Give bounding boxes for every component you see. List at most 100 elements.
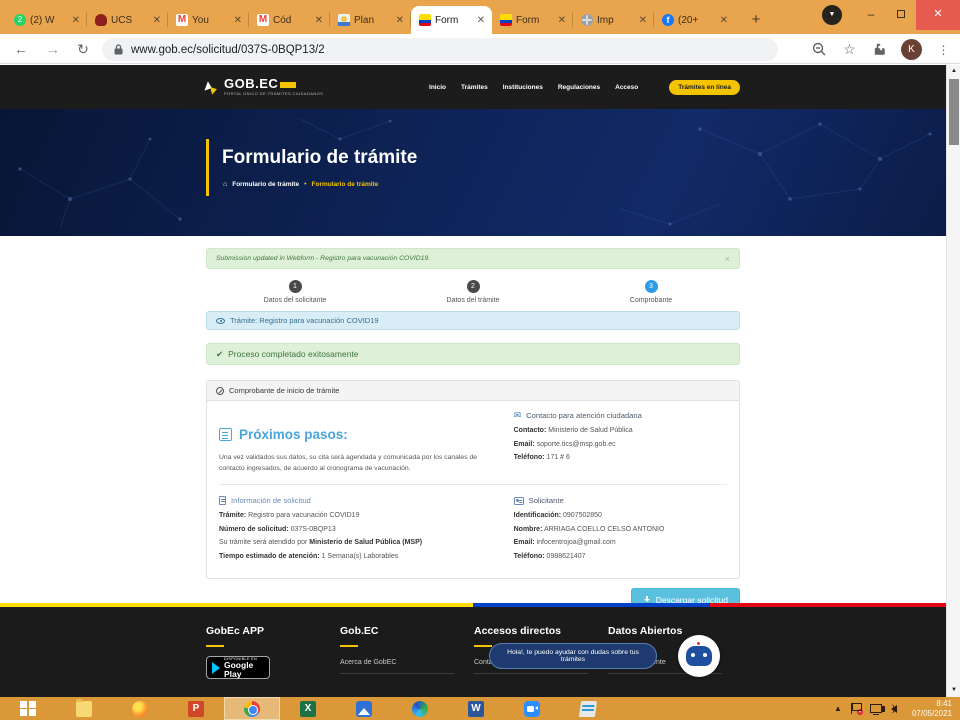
taskbar-zoom[interactable] [504,697,560,720]
tab-facebook[interactable]: (20+ ✕ [654,6,735,34]
close-tab-icon[interactable]: ✕ [718,15,730,26]
scroll-down-icon[interactable]: ▼ [947,684,960,697]
chrome-icon [244,701,260,717]
maximize-button[interactable] [886,0,916,30]
volume-icon[interactable] [891,705,897,713]
edge-icon [412,701,428,717]
solicitante-item: Identificación: 0907502850 [514,512,727,519]
firefox-icon [132,701,148,717]
proximos-pasos-text: Una vez validados sus datos, su cita ser… [219,452,496,474]
close-window-button[interactable]: ✕ [916,0,960,30]
tab-label: Cód [273,15,309,26]
contacto-item: Contacto: Ministerio de Salud Pública [514,427,727,434]
tab-gmail-1[interactable]: You ✕ [168,6,249,34]
lock-icon [114,44,123,55]
tab-label: Plan [354,15,390,26]
bookmark-star-icon[interactable]: ☆ [841,41,858,58]
tramites-en-linea-button[interactable]: Trámites en línea [669,80,740,95]
tab-ucsg[interactable]: UCS ✕ [87,6,168,34]
taskbar-excel[interactable]: X [280,697,336,720]
footer-col-gobec-app: GobEc APP DISPONIBLE EN Google Play [206,625,340,679]
zoom-app-icon [524,701,540,717]
scroll-up-icon[interactable]: ▲ [947,65,960,78]
facebook-icon [662,14,674,26]
tab-label: Form [435,15,471,26]
browser-profile-menu[interactable]: ▼ [822,5,842,25]
page-scrollbar[interactable]: ▲ ▼ [946,65,960,697]
reload-button[interactable]: ↻ [72,38,94,60]
profile-avatar[interactable]: K [901,39,922,60]
step-number: 3 [645,280,658,293]
close-tab-icon[interactable]: ✕ [556,15,568,26]
tab-formulario-2[interactable]: Form ✕ [492,6,573,34]
new-tab-button[interactable]: + [743,8,769,34]
taskbar-edge[interactable] [392,697,448,720]
nav-regulaciones[interactable]: Regulaciones [558,84,600,91]
close-tab-icon[interactable]: ✕ [394,15,406,26]
taskbar-word[interactable]: W [448,697,504,720]
taskbar-photos[interactable] [336,697,392,720]
alert-close-icon[interactable]: × [725,254,730,264]
forward-button[interactable]: → [42,38,64,60]
logo-yellow-chip [280,82,296,88]
nav-acceso[interactable]: Acceso [615,84,638,91]
back-button[interactable]: ← [10,38,32,60]
tab-formulario-active[interactable]: Form ✕ [411,6,492,34]
step-label: Comprobante [562,297,740,304]
tab-strip: (2) W ✕ UCS ✕ You ✕ Cód ✕ Plan ✕ [6,6,769,34]
progress-steps: 1 Datos del solicitante 2 Datos del trám… [206,280,740,304]
taskbar-firefox[interactable] [112,697,168,720]
contacto-item: Teléfono: 171 # 6 [514,454,727,461]
address-bar[interactable]: www.gob.ec/solicitud/037S-0BQP13/2 [102,38,778,61]
scrollbar-thumb[interactable] [949,79,959,145]
security-flag-icon[interactable]: ✕ [851,703,861,714]
footer-link-acerca[interactable]: Acerca de GobEC [340,659,454,674]
tab-label: (2) W [30,15,66,26]
breadcrumb-parent[interactable]: Formulario de trámite [232,181,299,188]
photos-icon [356,701,372,717]
tab-imp[interactable]: Imp ✕ [573,6,654,34]
close-tab-icon[interactable]: ✕ [151,15,163,26]
success-bar: ✔ Proceso completado exitosamente [206,343,740,365]
home-icon: ⌂ [223,181,227,188]
step-datos-tramite: 2 Datos del trámite [384,280,562,304]
close-tab-icon[interactable]: ✕ [232,15,244,26]
chatbot-message-bubble[interactable]: Hola!, te puedo ayudar con dudas sobre t… [489,643,657,669]
screen: (2) W ✕ UCS ✕ You ✕ Cód ✕ Plan ✕ [0,0,960,720]
nav-instituciones[interactable]: Instituciones [503,84,543,91]
proximos-pasos-title: Próximos pasos: [219,427,496,442]
taskbar-clock[interactable]: 8:41 07/05/2021 [906,699,952,719]
tray-expand-icon[interactable]: ▲ [834,697,842,720]
chatbot-avatar[interactable] [678,635,720,677]
close-tab-icon[interactable]: ✕ [70,15,82,26]
taskbar-powerpoint[interactable]: P [168,697,224,720]
taskbar-scanner[interactable] [560,697,616,720]
nav-inicio[interactable]: Inicio [429,84,446,91]
breadcrumb: ⌂ Formulario de trámite • Formulario de … [223,181,378,188]
browser-menu-icon[interactable]: ⋮ [935,41,952,58]
ecuador-flag-icon [419,14,431,26]
taskbar-file-explorer[interactable] [56,697,112,720]
close-tab-icon[interactable]: ✕ [475,15,487,26]
close-tab-icon[interactable]: ✕ [637,15,649,26]
site-footer: GobEc APP DISPONIBLE EN Google Play Gob.… [0,603,946,697]
taskbar-chrome-active[interactable] [224,697,280,720]
tab-planner[interactable]: Plan ✕ [330,6,411,34]
footer-col-gobec: Gob.EC Acerca de GobEC [340,625,474,679]
gobec-logo[interactable]: GOB.EC PORTAL ÚNICO DE TRÁMITES CIUDADAN… [206,78,323,96]
extensions-icon[interactable] [871,41,888,58]
step-number: 1 [289,280,302,293]
info-item: Su trámite será atendido por Ministerio … [219,539,496,546]
tab-gmail-2[interactable]: Cód ✕ [249,6,330,34]
tab-whatsapp[interactable]: (2) W ✕ [6,6,87,34]
google-play-badge[interactable]: DISPONIBLE EN Google Play [206,656,270,679]
start-button[interactable] [0,697,56,720]
zoom-out-icon[interactable] [811,41,828,58]
minimize-button[interactable]: – [856,0,886,30]
url-text: www.gob.ec/solicitud/037S-0BQP13/2 [131,44,325,56]
step-label: Datos del solicitante [206,297,384,304]
gobec-logo-icon [206,79,220,95]
windows-start-icon [20,701,36,717]
nav-tramites[interactable]: Trámites [461,84,488,91]
close-tab-icon[interactable]: ✕ [313,15,325,26]
